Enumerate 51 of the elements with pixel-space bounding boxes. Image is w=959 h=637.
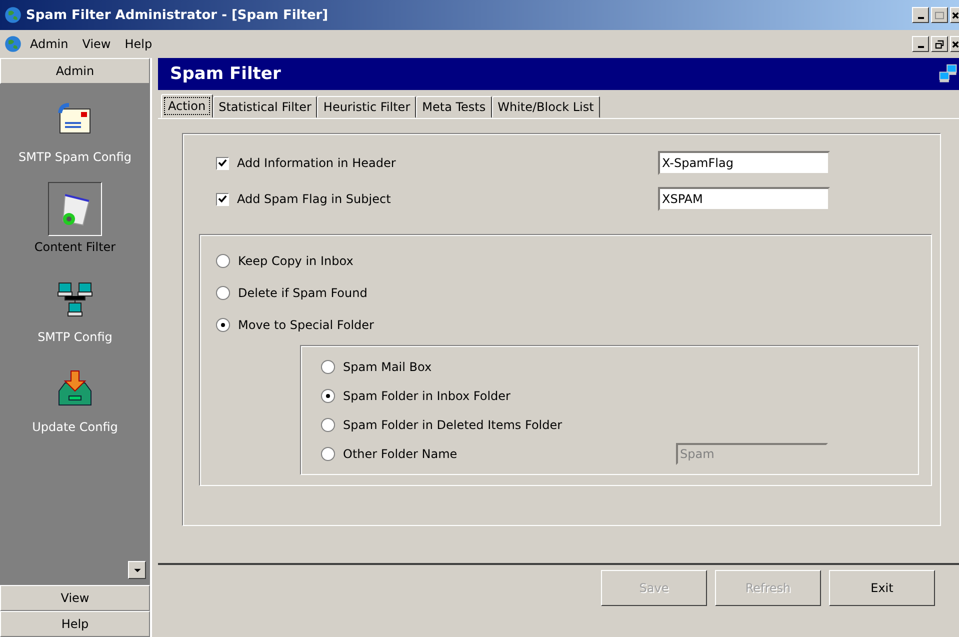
radio-button[interactable] <box>321 446 335 460</box>
sidebar-section[interactable]: Help <box>0 611 150 637</box>
radio-button[interactable] <box>216 286 230 300</box>
restore-icon <box>934 40 945 48</box>
menu-item[interactable]: Help <box>118 35 158 53</box>
radio-label: Spam Mail Box <box>343 360 432 374</box>
radio-button[interactable] <box>216 318 230 332</box>
tab[interactable]: Meta Tests <box>416 96 492 118</box>
sidebar-item[interactable]: SMTP Config <box>38 272 112 344</box>
close-button[interactable] <box>950 7 959 23</box>
scroll-down-button[interactable] <box>128 561 146 579</box>
panel-title: Spam Filter <box>170 64 282 84</box>
minimize-button[interactable] <box>912 36 929 52</box>
radio-label: Keep Copy in Inbox <box>238 254 354 268</box>
maximize-button[interactable] <box>931 7 948 23</box>
minimize-button[interactable] <box>912 7 929 23</box>
radio-button[interactable] <box>321 360 335 374</box>
sidebar-item[interactable]: Content Filter <box>34 182 116 254</box>
input-field[interactable]: XSPAM <box>658 187 830 211</box>
radio-label: Delete if Spam Found <box>238 286 368 300</box>
restore-button[interactable] <box>931 36 948 52</box>
radio-button[interactable] <box>321 388 335 402</box>
menu-item[interactable]: Admin <box>24 35 74 53</box>
radio-button[interactable] <box>321 418 335 432</box>
tab[interactable]: Statistical Filter <box>212 96 318 118</box>
sidebar-section[interactable]: Admin <box>0 58 150 84</box>
minimize-icon <box>918 17 924 19</box>
tab[interactable]: Action <box>161 94 213 118</box>
radio-label: Move to Special Folder <box>238 318 374 332</box>
tab[interactable]: Heuristic Filter <box>317 96 416 118</box>
minimize-icon <box>918 46 924 48</box>
radio-label: Other Folder Name <box>343 446 458 460</box>
radio-label: Spam Folder in Inbox Folder <box>343 388 510 402</box>
maximize-icon <box>934 10 945 20</box>
radio-label: Spam Folder in Deleted Items Folder <box>343 418 562 432</box>
close-icon <box>952 40 958 48</box>
sidebar-item[interactable]: Update Config <box>32 362 118 434</box>
menu-item[interactable]: View <box>76 35 117 53</box>
globe-icon <box>4 35 22 53</box>
network-computers-icon <box>937 63 959 85</box>
push-button[interactable]: Exit <box>829 570 935 606</box>
close-button[interactable] <box>950 36 959 52</box>
sidebar-section[interactable]: View <box>0 585 150 611</box>
input-field[interactable]: X-SpamFlag <box>658 151 830 175</box>
radio-button[interactable] <box>216 254 230 268</box>
sidebar-item[interactable]: SMTP Spam Config <box>18 92 132 164</box>
globe-icon <box>4 6 22 24</box>
tab[interactable]: White/Block List <box>492 96 600 118</box>
close-icon <box>952 10 958 20</box>
caret-down-icon <box>132 568 142 572</box>
window-title: Spam Filter Administrator - [Spam Filter] <box>26 8 330 22</box>
